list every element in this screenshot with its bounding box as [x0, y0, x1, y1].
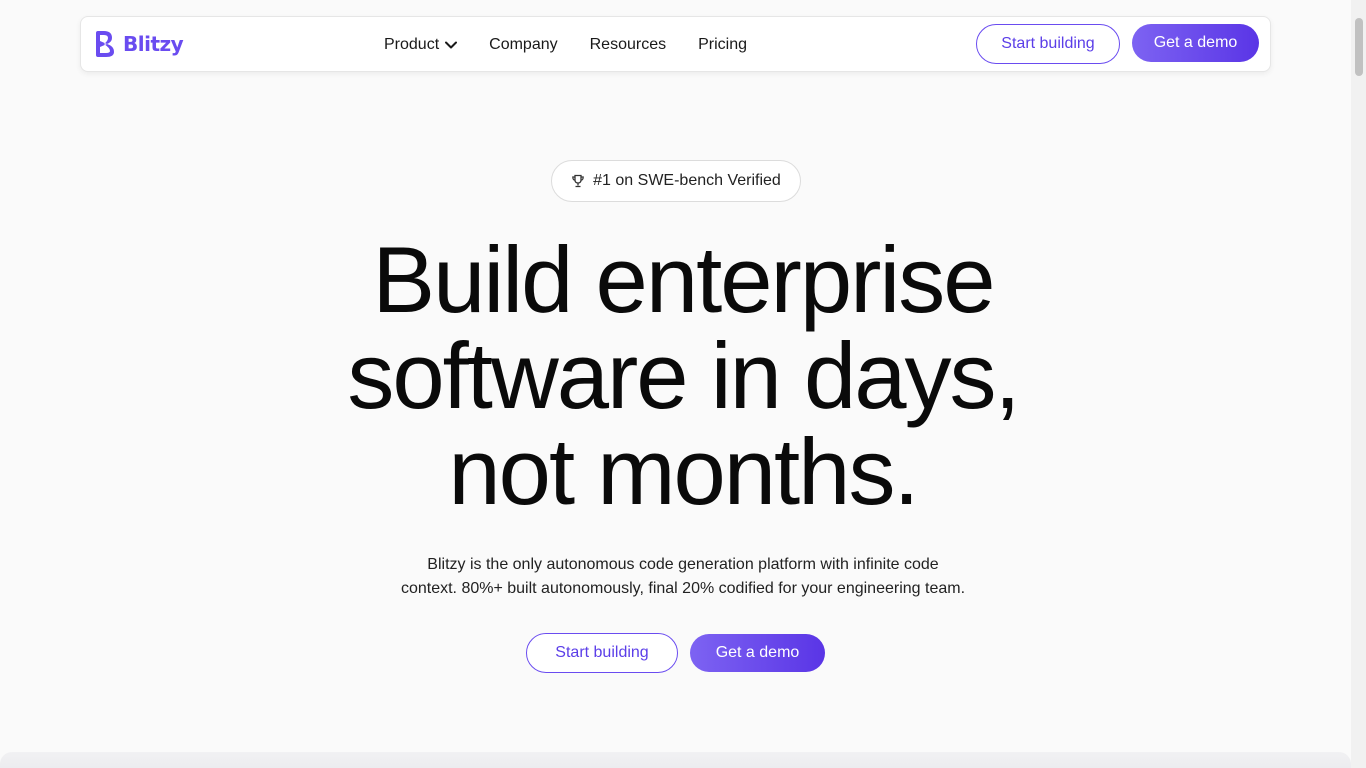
trophy-icon — [572, 174, 584, 188]
chevron-down-icon — [445, 41, 458, 49]
hero-start-building-button[interactable]: Start building — [526, 633, 678, 673]
nav-start-building-button[interactable]: Start building — [976, 24, 1120, 64]
nav-links: Product Company Resources Pricing — [384, 17, 747, 73]
hero-subtitle-line-2: context. 80%+ built autonomously, final … — [400, 580, 966, 597]
top-navbar: Blitzy Product Company Resources Pricing… — [80, 16, 1271, 72]
blitzy-logo-icon — [96, 31, 114, 57]
brand-logo[interactable]: Blitzy — [93, 28, 184, 60]
scrollbar-thumb[interactable] — [1355, 18, 1363, 76]
hero-title-line-1: Build enterprise — [372, 227, 995, 332]
hero-title-line-2: software in days, — [347, 323, 1020, 428]
page: Blitzy Product Company Resources Pricing… — [0, 0, 1366, 768]
next-section-preview — [0, 752, 1351, 768]
hero-title: Build enterprise software in days, not m… — [233, 232, 1133, 520]
brand-name: Blitzy — [123, 32, 184, 56]
nav-item-product[interactable]: Product — [384, 36, 458, 54]
hero-title-line-3: not months. — [448, 419, 919, 524]
hero-get-demo-button[interactable]: Get a demo — [690, 634, 825, 672]
nav-get-demo-button[interactable]: Get a demo — [1132, 24, 1259, 62]
hero-subtitle-line-1: Blitzy is the only autonomous code gener… — [427, 556, 939, 573]
hero-subtitle: Blitzy is the only autonomous code gener… — [333, 553, 1033, 601]
nav-item-product-label: Product — [384, 36, 440, 53]
nav-item-company[interactable]: Company — [489, 36, 557, 54]
badge-text: #1 on SWE-bench Verified — [593, 172, 781, 189]
nav-item-pricing[interactable]: Pricing — [698, 36, 747, 54]
swe-bench-badge: #1 on SWE-bench Verified — [551, 160, 801, 202]
nav-item-resources[interactable]: Resources — [590, 36, 666, 54]
page-scrollbar[interactable] — [1351, 0, 1366, 768]
